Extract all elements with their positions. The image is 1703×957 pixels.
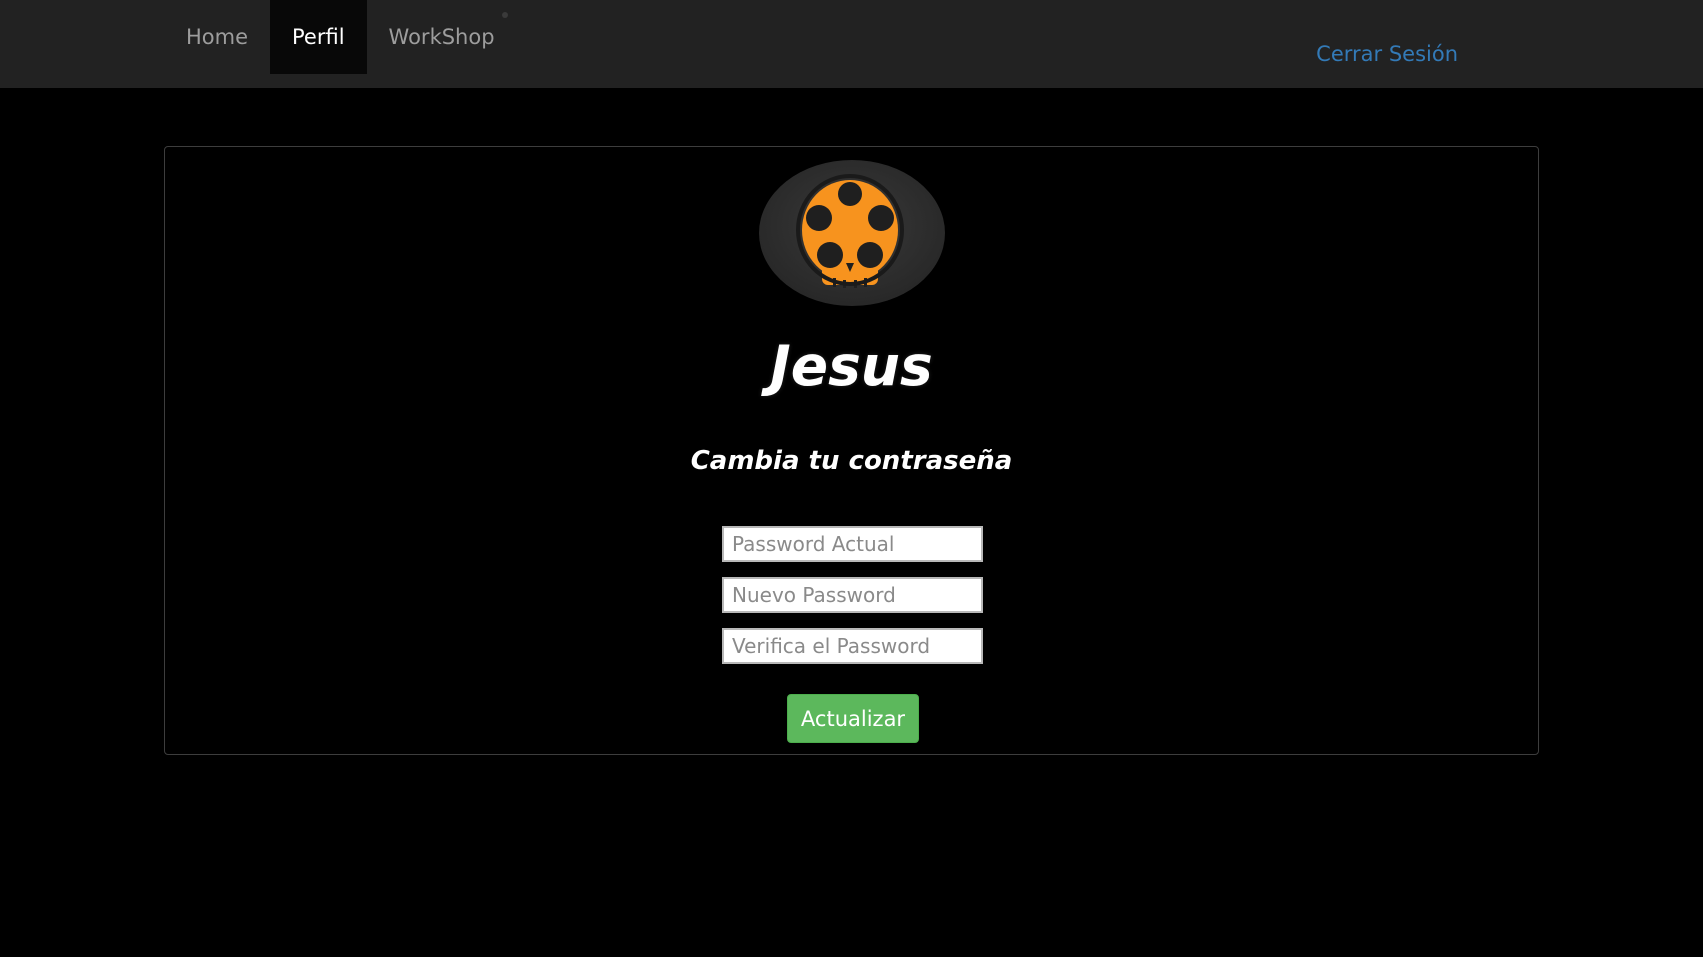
nav-item-workshop-label: WorkShop [388, 25, 495, 49]
nav-item-home[interactable]: Home [164, 0, 270, 74]
skull-reel-icon [759, 160, 945, 306]
profile-panel: Jesus Cambia tu contraseña Actualizar [164, 146, 1539, 755]
verify-password-input[interactable] [722, 628, 983, 664]
nav-item-home-label: Home [186, 25, 249, 49]
nav-item-perfil[interactable]: Perfil [270, 0, 367, 74]
update-password-button[interactable]: Actualizar [787, 694, 919, 743]
profile-username: Jesus [770, 334, 933, 398]
top-navbar: Home Perfil WorkShop Cerrar Sesión [0, 0, 1703, 88]
nav-menu: Home Perfil WorkShop [164, 0, 517, 74]
nav-item-perfil-label: Perfil [292, 25, 345, 49]
logout-link[interactable]: Cerrar Sesión [1316, 42, 1458, 66]
new-password-input[interactable] [722, 577, 983, 613]
change-password-title: Cambia tu contraseña [690, 446, 1013, 476]
current-password-input[interactable] [722, 526, 983, 562]
nav-item-workshop[interactable]: WorkShop [367, 0, 517, 74]
avatar [759, 160, 945, 306]
nav-decoration-dot [502, 12, 508, 18]
